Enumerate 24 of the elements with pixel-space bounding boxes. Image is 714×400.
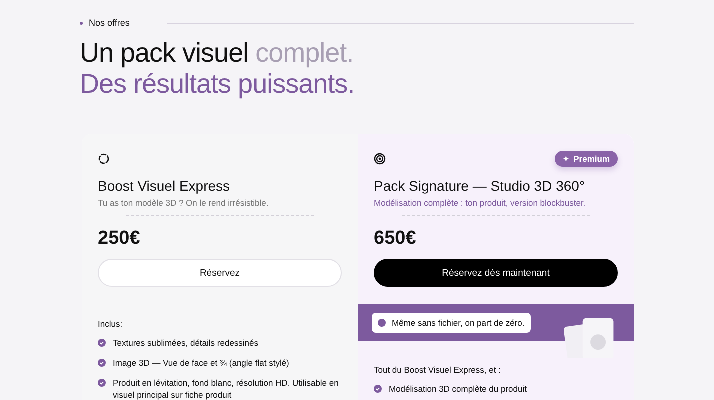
feature-text: Produit en lévitation, fond blanc, résolution HD. Utilisable en visuel principal sur fiche produit: [113, 377, 340, 400]
feature-text: Image 3D — Vue de face et ¾ (angle flat stylé): [113, 357, 290, 369]
sparkle-icon: [562, 155, 571, 163]
feature-text: Modélisation 3D complète du produit: [389, 383, 527, 395]
premium-badge: Premium: [554, 151, 618, 167]
headline-text: Un pack visuel: [80, 38, 249, 68]
feature-text: Textures sublimées, détails redessinés: [113, 337, 259, 349]
plan-price: 650€: [374, 228, 418, 250]
headline-subtext: Des résultats puissants.: [80, 69, 356, 100]
bullet-dot: [80, 22, 83, 24]
includes-label: Inclus:: [98, 319, 124, 329]
reserve-button[interactable]: Réservez dès maintenant: [374, 259, 618, 287]
circle-icon: [98, 153, 110, 165]
plan-name: Pack Signature — Studio 3D 360°: [374, 178, 586, 194]
banner-note: Même sans fichier, on part de zéro.: [372, 312, 531, 332]
section-label: Nos offres: [89, 18, 131, 28]
includes-label: Tout du Boost Visuel Express, et :: [374, 365, 502, 375]
plan-name: Boost Visuel Express: [98, 178, 232, 194]
target-icon: [374, 153, 386, 165]
reserve-button[interactable]: Réservez: [98, 259, 342, 287]
plan-tagline: Modélisation complète : ton produit, version blockbuster.: [374, 198, 587, 208]
plan-price: 250€: [98, 228, 142, 250]
plan-tagline: Tu as ton modèle 3D ? On le rend irrésistible.: [98, 198, 270, 208]
headline-muted-text: complet.: [256, 38, 354, 68]
